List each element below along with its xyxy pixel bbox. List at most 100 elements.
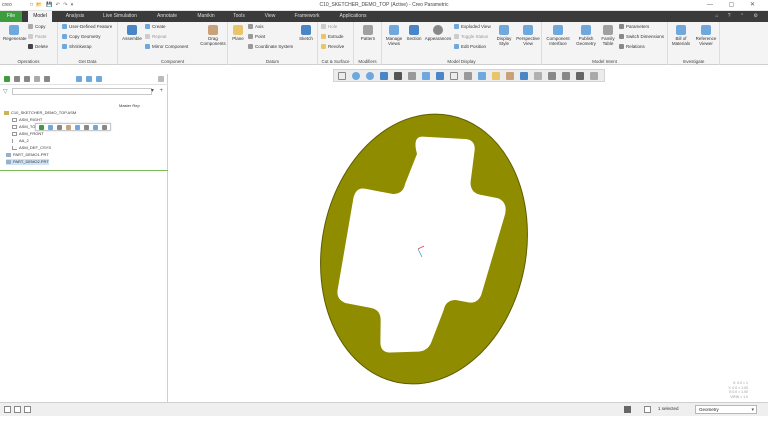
- pattern-button[interactable]: Pattern: [357, 25, 379, 41]
- selection-filter-dropdown[interactable]: Geometry ▾: [695, 405, 757, 414]
- component-interface-icon: [553, 25, 563, 35]
- tree-item-part-demo2[interactable]: PART_DEMO2.PRT: [6, 159, 49, 165]
- tab-analysis[interactable]: Analysis: [62, 11, 88, 22]
- tab-applications[interactable]: Applications: [334, 11, 372, 22]
- tab-view[interactable]: View: [260, 11, 280, 22]
- revolve-button[interactable]: Revolve: [321, 44, 344, 50]
- tree-columns-icon[interactable]: [86, 76, 92, 82]
- suppress-icon[interactable]: [84, 125, 89, 130]
- parameters-button[interactable]: Parameters: [619, 24, 649, 30]
- family-table-button[interactable]: Family Table: [599, 25, 617, 46]
- status-bar: 1 selected Geometry ▾: [0, 402, 768, 416]
- mirror-component-button[interactable]: Mirror Component: [145, 44, 188, 50]
- paste-button[interactable]: Paste: [28, 34, 47, 40]
- hole-icon: [321, 24, 326, 29]
- edit-position-button[interactable]: Edit Position: [454, 44, 486, 50]
- plane-button[interactable]: Plane: [230, 25, 246, 41]
- point-icon: [248, 34, 253, 39]
- toggle-status-button[interactable]: Toggle Status: [454, 34, 488, 40]
- exploded-view-button[interactable]: Exploded View: [454, 24, 491, 30]
- mirror-icon: [145, 44, 150, 49]
- tab-live-simulation[interactable]: Live Simulation: [98, 11, 142, 22]
- regenerate-button[interactable]: Regenerate: [3, 25, 27, 41]
- tree-item-csys[interactable]: ASM_DEF_CSYS: [12, 145, 51, 151]
- tree-item-part-demo1[interactable]: PART_DEMO1.PRT: [6, 152, 49, 158]
- extrude-button[interactable]: Extrude: [321, 34, 344, 40]
- full-screen-icon[interactable]: [24, 406, 31, 413]
- tree-filter-actions[interactable]: ▾ +: [151, 87, 165, 94]
- selection-filter-icon[interactable]: [644, 406, 651, 413]
- tab-manikin[interactable]: Manikin: [192, 11, 220, 22]
- datum-plane-icon: [12, 131, 17, 136]
- toggle-browser-icon[interactable]: [14, 406, 21, 413]
- axis-button[interactable]: Axis: [248, 24, 264, 30]
- appearances-button[interactable]: Appearances: [424, 25, 452, 41]
- tree-settings-icon[interactable]: [44, 76, 50, 82]
- drag-components-button[interactable]: Drag Components: [200, 25, 226, 46]
- publish-geometry-button[interactable]: Publish Geometry: [574, 25, 598, 46]
- help-icons[interactable]: ⌂ ? ⌃ ⚙: [715, 13, 762, 19]
- part-body[interactable]: [298, 96, 550, 402]
- graphics-window[interactable]: X: 0.0 = 1 Y: 0.0 = 1.00 X:0.0 = 1.00 VI…: [169, 65, 768, 402]
- favorites-icon[interactable]: [34, 76, 40, 82]
- tree-item-assembly[interactable]: C10_SKETCHER_DEMO_TOP.ASM: [4, 110, 76, 116]
- toggle-navigator-icon[interactable]: [4, 406, 11, 413]
- tree-item-asm-front[interactable]: ASM_FRONT: [12, 131, 44, 137]
- folder-browser-icon[interactable]: [24, 76, 30, 82]
- reference-icon[interactable]: [75, 125, 80, 130]
- tab-framework[interactable]: Framework: [290, 11, 324, 22]
- tab-file[interactable]: File: [0, 11, 22, 22]
- tree-filter-input[interactable]: [12, 88, 152, 95]
- perspective-view-icon: [523, 25, 533, 35]
- group-label-datum: Datum: [265, 59, 280, 64]
- sketch-button[interactable]: Sketch: [296, 25, 316, 41]
- assemble-button[interactable]: Assemble: [120, 25, 144, 41]
- datum-plane-icon: [12, 117, 17, 122]
- part-geometry[interactable]: [169, 65, 768, 402]
- relations-button[interactable]: Relations: [619, 44, 645, 50]
- delete-button[interactable]: Delete: [28, 44, 48, 50]
- group-datum: Plane Axis Point Coordinate System Sketc…: [228, 22, 318, 65]
- group-model-intent: Component Interface Publish Geometry Fam…: [542, 22, 668, 65]
- family-table-icon: [603, 25, 613, 35]
- display-style-button[interactable]: Display Style: [495, 25, 513, 46]
- tab-model[interactable]: Model: [28, 11, 52, 22]
- create-button[interactable]: Create: [145, 24, 166, 30]
- drag-hand-icon: [208, 25, 218, 35]
- perspective-view-button[interactable]: Perspective View: [515, 25, 541, 46]
- more-icon[interactable]: [102, 125, 107, 130]
- manage-views-button[interactable]: Manage Views: [384, 25, 404, 46]
- repeat-button[interactable]: Repeat: [145, 34, 167, 40]
- tree-item-axis[interactable]: AA_2: [12, 138, 29, 144]
- window-controls[interactable]: — ▢ ✕: [707, 1, 762, 8]
- switch-dimensions-button[interactable]: Switch Dimensions: [619, 34, 664, 40]
- copy-geometry-button[interactable]: Copy Geometry: [62, 34, 101, 40]
- selection-tools-icon[interactable]: [624, 406, 631, 413]
- layer-tree-icon[interactable]: [14, 76, 20, 82]
- shrinkwrap-button[interactable]: Shrinkwrap: [62, 44, 92, 50]
- edit-icon[interactable]: [48, 125, 53, 130]
- model-tree-tab-icon[interactable]: [4, 76, 10, 82]
- filter-icon[interactable]: ▽: [3, 88, 8, 95]
- tree-filters-icon[interactable]: [96, 76, 102, 82]
- point-button[interactable]: Point: [248, 34, 265, 40]
- bill-of-materials-button[interactable]: Bill of Materials: [670, 25, 692, 46]
- hide-icon[interactable]: [57, 125, 62, 130]
- show-icon[interactable]: [76, 76, 82, 82]
- tab-annotate[interactable]: Annotate: [152, 11, 182, 22]
- pattern-icon[interactable]: [93, 125, 98, 130]
- window-title: C10_SKETCHER_DEMO_TOP (Active) - Creo Pa…: [319, 2, 449, 8]
- copy-button[interactable]: Copy: [28, 24, 46, 30]
- component-interface-button[interactable]: Component Interface: [544, 25, 572, 46]
- udf-button[interactable]: User-Defined Feature: [62, 24, 112, 30]
- edit-definition-icon[interactable]: [39, 125, 44, 130]
- search-icon[interactable]: [158, 76, 164, 82]
- hole-button[interactable]: Hole: [321, 24, 337, 30]
- section-button[interactable]: Section: [405, 25, 423, 41]
- group-model-display: Manage Views Section Appearances Explode…: [382, 22, 542, 65]
- coordinate-system-button[interactable]: Coordinate System: [248, 44, 293, 50]
- tab-tools[interactable]: Tools: [228, 11, 250, 22]
- reference-viewer-button[interactable]: Reference Viewer: [694, 25, 718, 46]
- open-icon[interactable]: [66, 125, 71, 130]
- datum-axis-icon: [12, 138, 17, 143]
